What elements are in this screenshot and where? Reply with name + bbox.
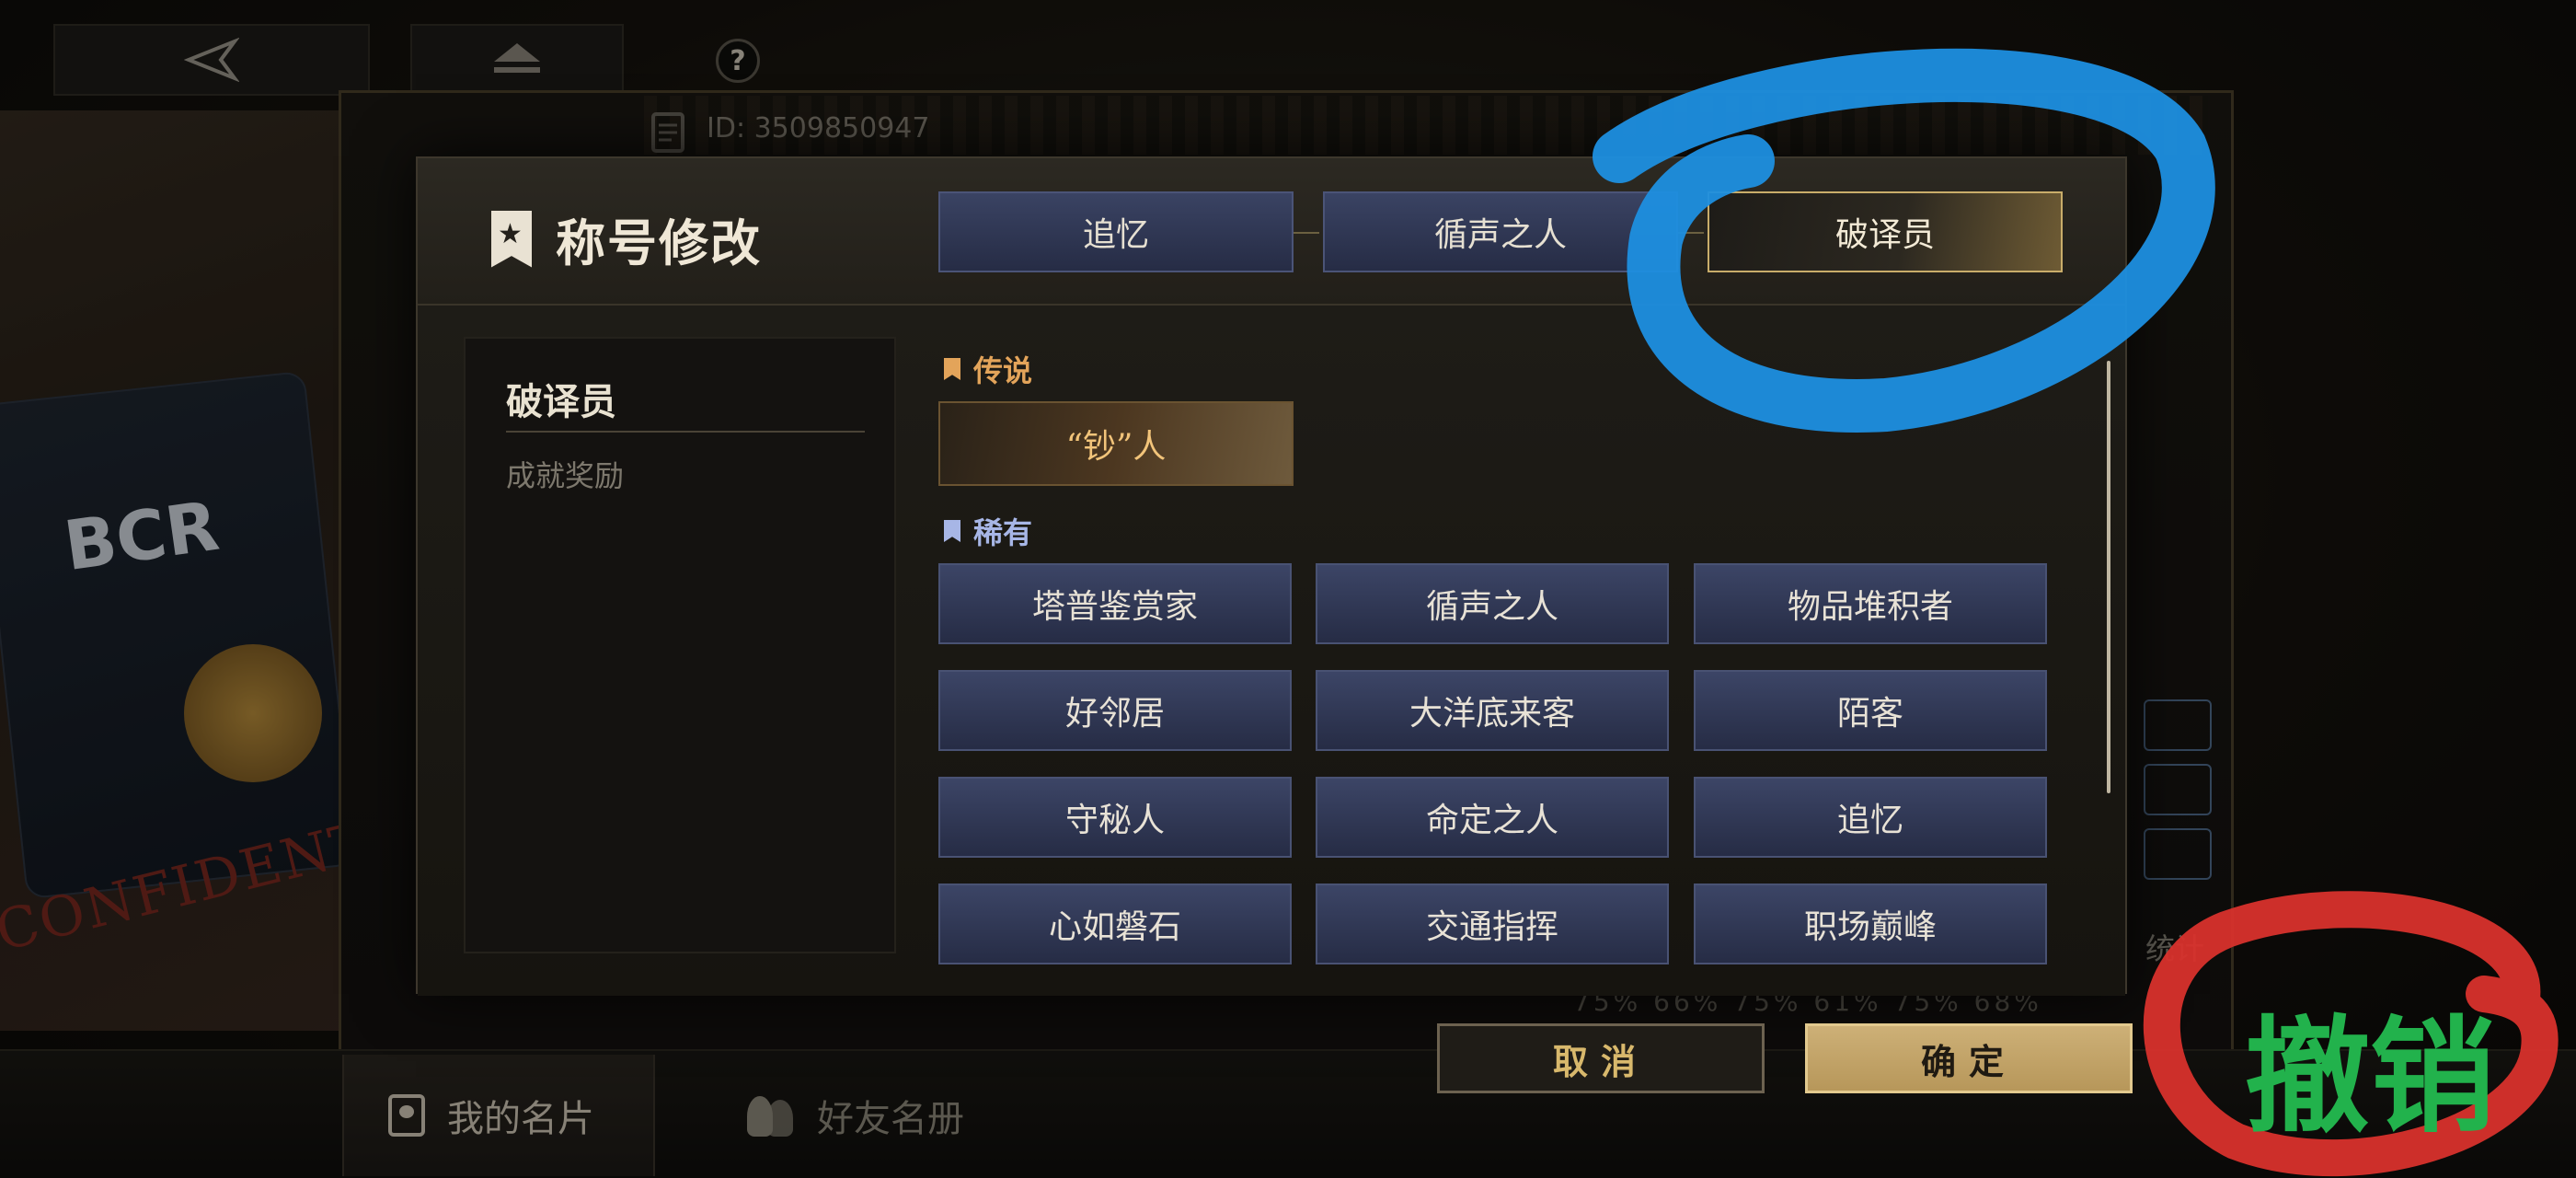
handwritten-undo-annotation: 撤销 bbox=[2245, 1005, 2495, 1150]
cancel-label: 取消 bbox=[1552, 1040, 1649, 1082]
tab-label: 破译员 bbox=[1834, 216, 1935, 254]
title-option-label: 物品堆积者 bbox=[1787, 588, 1953, 626]
section-label-text: 传说 bbox=[973, 353, 1033, 388]
title-option-rare[interactable]: 守秘人 bbox=[938, 777, 1292, 858]
dialog-title: 称号修改 bbox=[556, 214, 762, 272]
preview-subtitle: 成就奖励 bbox=[506, 458, 625, 493]
bookmark-icon bbox=[944, 358, 960, 380]
title-option-label: 职场巅峰 bbox=[1803, 908, 1937, 946]
divider bbox=[506, 431, 865, 433]
title-option-rare[interactable]: 好邻居 bbox=[938, 670, 1292, 751]
title-preview-panel: 破译员 成就奖励 bbox=[464, 337, 896, 953]
title-option-rare[interactable]: 职场巅峰 bbox=[1694, 884, 2047, 964]
rare-section-label: 稀有 bbox=[944, 510, 1032, 552]
title-option-label: 陌客 bbox=[1836, 695, 1903, 733]
dialog-body: 破译员 成就奖励 传说 “钞”人 稀有 塔普鉴赏家 循声之人 物品堆积者好邻居 大洋底… bbox=[418, 306, 2125, 996]
title-edit-dialog: 称号修改 追忆 循声之人 破译员 破译员 成就奖励 传说 “钞”人 稀有 bbox=[416, 156, 2127, 996]
title-option-rare[interactable]: 心如磐石 bbox=[938, 884, 1292, 964]
tab-zhuiyi[interactable]: 追忆 bbox=[938, 191, 1294, 272]
section-label-text: 稀有 bbox=[973, 515, 1033, 550]
title-option-rare[interactable]: 大洋底来客 bbox=[1316, 670, 1669, 751]
title-option-label: 命定之人 bbox=[1425, 802, 1558, 839]
tab-label: 追忆 bbox=[1082, 216, 1149, 254]
bookmark-star-icon bbox=[491, 210, 532, 268]
title-option-label: 心如磐石 bbox=[1048, 908, 1181, 946]
title-option-rare[interactable]: 追忆 bbox=[1694, 777, 2047, 858]
title-option-label: 塔普鉴赏家 bbox=[1031, 588, 1198, 626]
tab-connector bbox=[1676, 232, 1704, 234]
confirm-label: 确定 bbox=[1920, 1040, 2017, 1082]
title-option-label: 追忆 bbox=[1836, 802, 1903, 839]
title-option-label: 循声之人 bbox=[1425, 588, 1558, 626]
tab-connector bbox=[1292, 232, 1319, 234]
title-option-label: 交通指挥 bbox=[1425, 908, 1558, 946]
title-option-rare[interactable]: 命定之人 bbox=[1316, 777, 1669, 858]
dialog-header: 称号修改 追忆 循声之人 破译员 bbox=[418, 158, 2125, 306]
legend-section-label: 传说 bbox=[944, 348, 1032, 390]
title-option-rare[interactable]: 物品堆积者 bbox=[1694, 563, 2047, 644]
scrollbar[interactable] bbox=[2107, 361, 2110, 793]
title-option-rare[interactable]: 塔普鉴赏家 bbox=[938, 563, 1292, 644]
title-option-rare[interactable]: 交通指挥 bbox=[1316, 884, 1669, 964]
tab-xunshengzhiren[interactable]: 循声之人 bbox=[1323, 191, 1678, 272]
title-option-label: 大洋底来客 bbox=[1409, 695, 1575, 733]
title-option-rare[interactable]: 陌客 bbox=[1694, 670, 2047, 751]
dialog-title-group: 称号修改 bbox=[491, 202, 762, 275]
bookmark-icon bbox=[944, 520, 960, 542]
tab-label: 循声之人 bbox=[1433, 216, 1567, 254]
preview-title: 破译员 bbox=[506, 380, 616, 423]
title-option-label: 守秘人 bbox=[1064, 802, 1165, 839]
title-option-rare[interactable]: 循声之人 bbox=[1316, 563, 1669, 644]
title-option-label: “钞”人 bbox=[1065, 428, 1167, 466]
confirm-button[interactable]: 确定 bbox=[1805, 1023, 2133, 1093]
title-option-legend[interactable]: “钞”人 bbox=[938, 401, 1294, 486]
cancel-button[interactable]: 取消 bbox=[1437, 1023, 1765, 1093]
tab-poyiyuan[interactable]: 破译员 bbox=[1708, 191, 2063, 272]
title-option-label: 好邻居 bbox=[1064, 695, 1165, 733]
